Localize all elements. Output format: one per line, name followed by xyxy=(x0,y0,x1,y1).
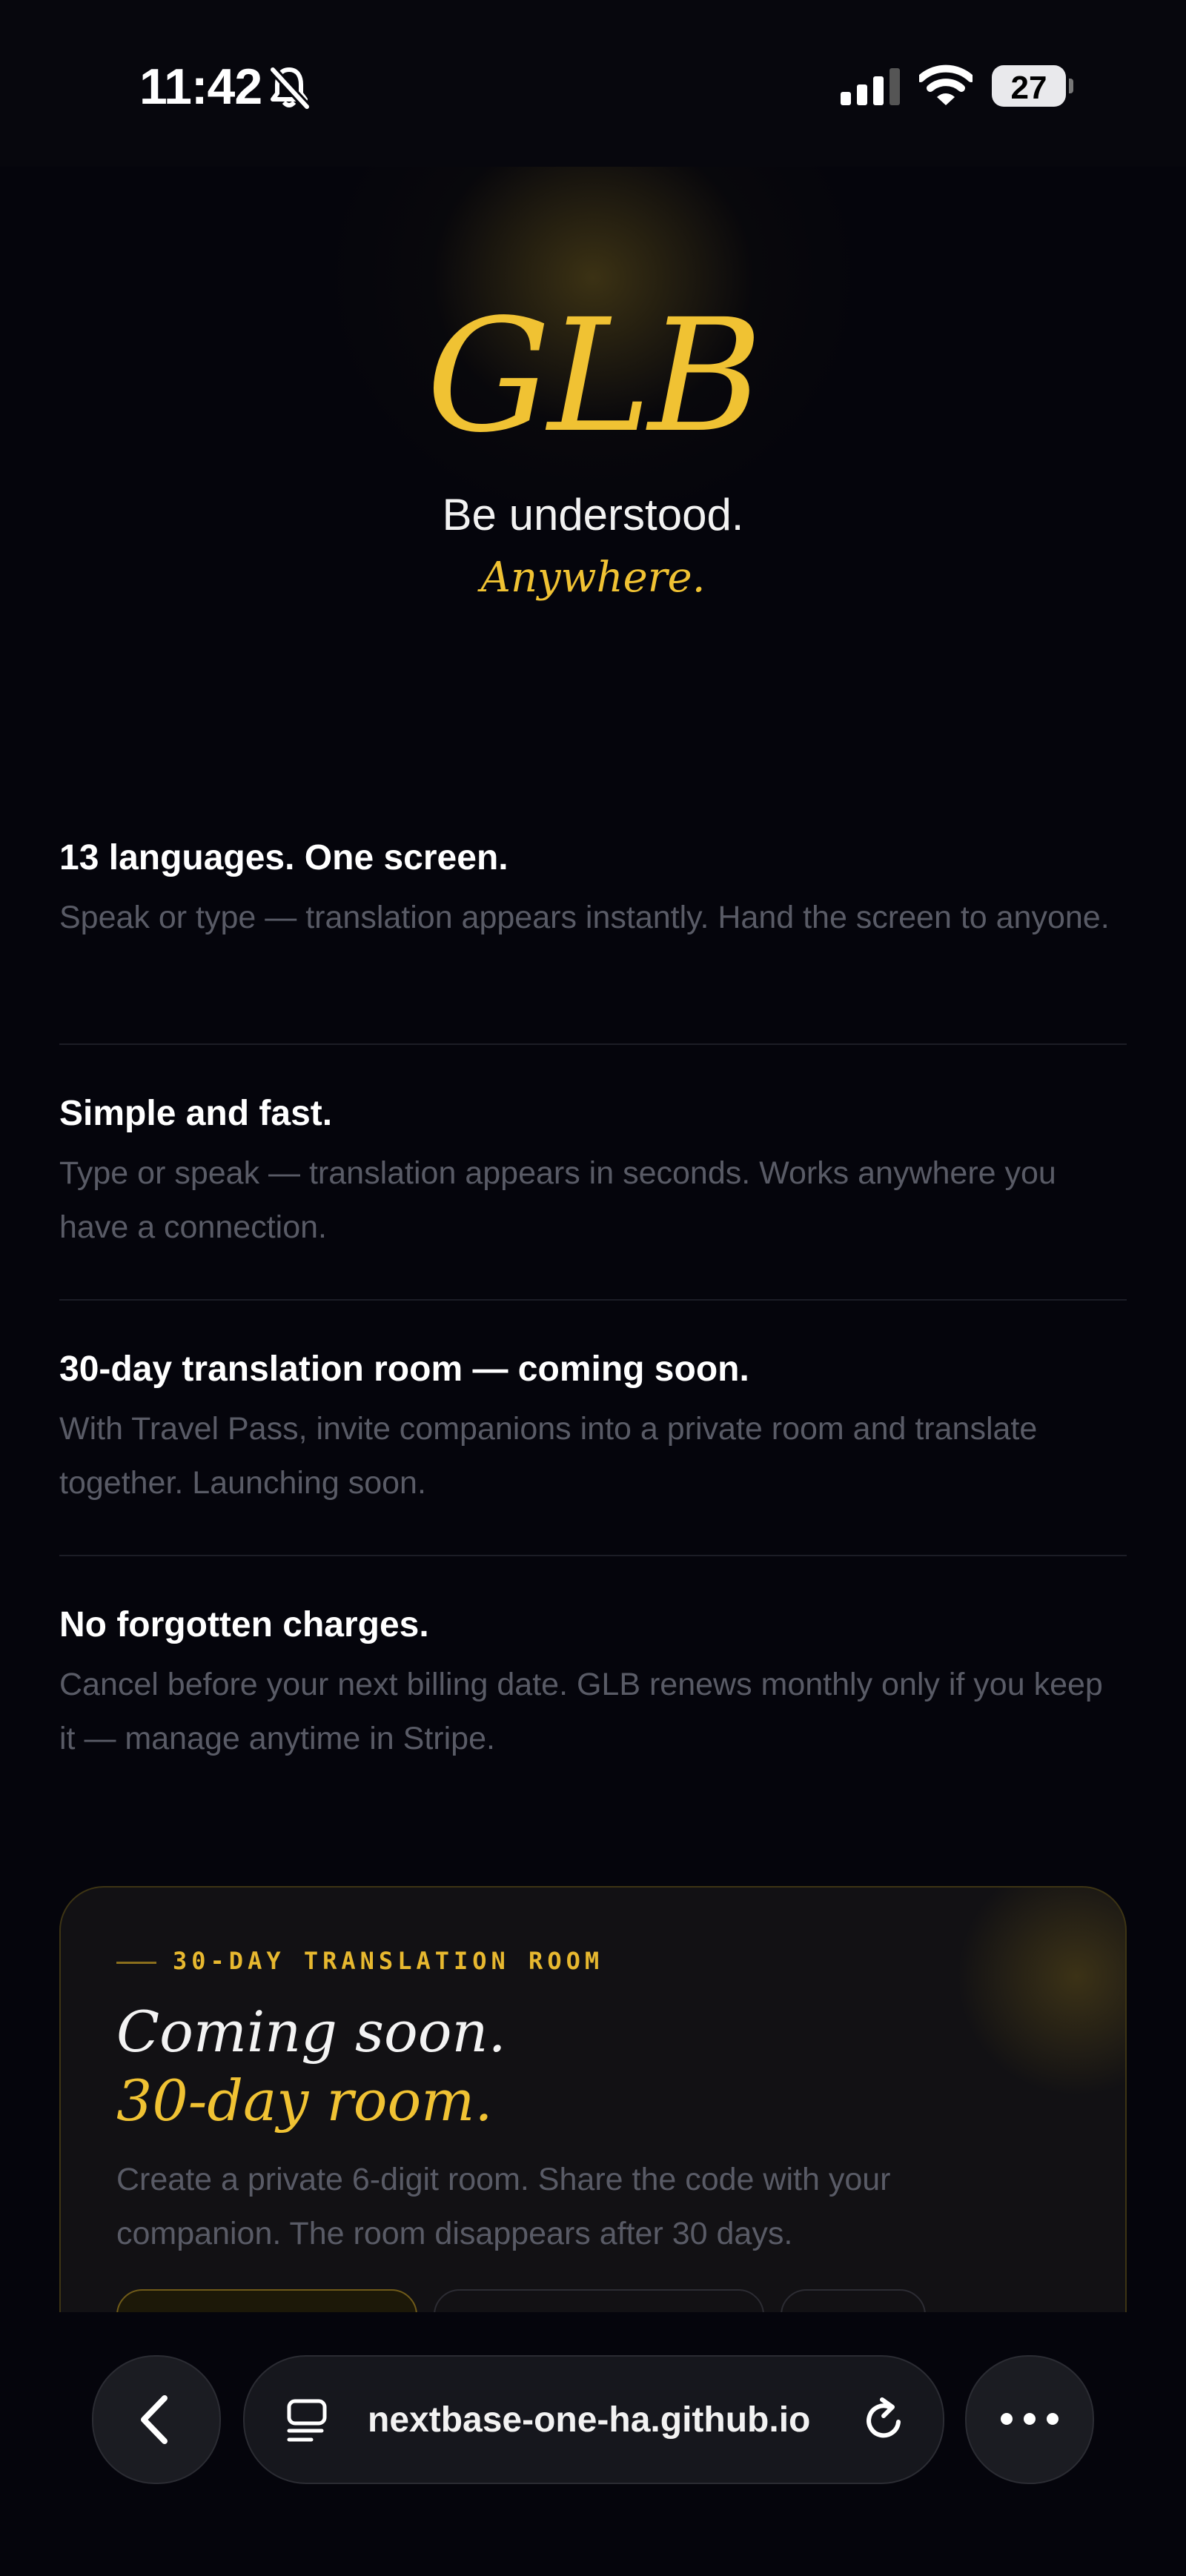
more-dots-icon xyxy=(1001,2413,1059,2425)
room-card-eyebrow: 30-DAY TRANSLATION ROOM xyxy=(116,1947,603,1975)
bell-slash-icon xyxy=(268,65,311,113)
hero-tagline: Be understood. xyxy=(442,490,744,540)
feature-body: Type or speak — translation appears in s… xyxy=(59,1155,1056,1245)
room-card-title-accent: 30-day room. xyxy=(116,2068,493,2134)
hero: GLB Be understood. Anywhere. xyxy=(0,167,1186,730)
chevron-left-icon xyxy=(141,2395,168,2444)
feature-title: 13 languages. One screen. xyxy=(59,838,508,877)
feature-title: Simple and fast. xyxy=(59,1094,333,1133)
back-button[interactable] xyxy=(92,2355,221,2484)
room-card-eyebrow-text: 30-DAY TRANSLATION ROOM xyxy=(173,1947,604,1975)
wifi-icon xyxy=(917,64,975,110)
feature-body: Speak or type — translation appears inst… xyxy=(59,900,1110,935)
status-bar: 11:42 27 xyxy=(0,0,1186,167)
status-time: 11:42 xyxy=(139,59,262,115)
feature-body: Cancel before your next billing date. GL… xyxy=(59,1667,1103,1756)
divider xyxy=(59,1555,1127,1556)
address-bar[interactable]: nextbase-one-ha.github.io xyxy=(243,2355,944,2484)
signal-icon xyxy=(841,68,901,109)
divider xyxy=(59,1043,1127,1045)
app-logo: GLB xyxy=(426,285,763,467)
feature-title: 30-day translation room — coming soon. xyxy=(59,1350,749,1389)
divider xyxy=(59,1299,1127,1301)
feature-title: No forgotten charges. xyxy=(59,1605,429,1644)
chip-duration xyxy=(781,2289,926,2312)
feature-item: Simple and fast. Type or speak — transla… xyxy=(59,1092,1127,1255)
battery-icon: 27 xyxy=(992,65,1073,107)
feature-item: 13 languages. One screen. Speak or type … xyxy=(59,836,1127,945)
feature-item: 30-day translation room — coming soon. W… xyxy=(59,1347,1127,1510)
room-card: 30-DAY TRANSLATION ROOM Coming soon. 30-… xyxy=(59,1886,1127,2312)
chip-info xyxy=(434,2289,764,2312)
tabs-icon[interactable] xyxy=(285,2397,332,2448)
browser-toolbar: nextbase-one-ha.github.io xyxy=(0,2312,1186,2576)
hero-tagline-accent: Anywhere. xyxy=(480,554,706,602)
reload-icon[interactable] xyxy=(860,2395,909,2448)
room-card-viewport: 30-DAY TRANSLATION ROOM Coming soon. 30-… xyxy=(59,1886,1127,2312)
more-button[interactable] xyxy=(965,2355,1094,2484)
url-text[interactable]: nextbase-one-ha.github.io xyxy=(368,2400,810,2440)
battery-level: 27 xyxy=(1010,70,1047,106)
room-card-description: Create a private 6-digit room. Share the… xyxy=(116,2162,891,2251)
feature-body: With Travel Pass, invite companions into… xyxy=(59,1411,1038,1501)
room-card-title: Coming soon. xyxy=(116,1999,506,2065)
chip-travel-pass[interactable] xyxy=(116,2289,417,2312)
feature-item: No forgotten charges. Cancel before your… xyxy=(59,1603,1127,1766)
